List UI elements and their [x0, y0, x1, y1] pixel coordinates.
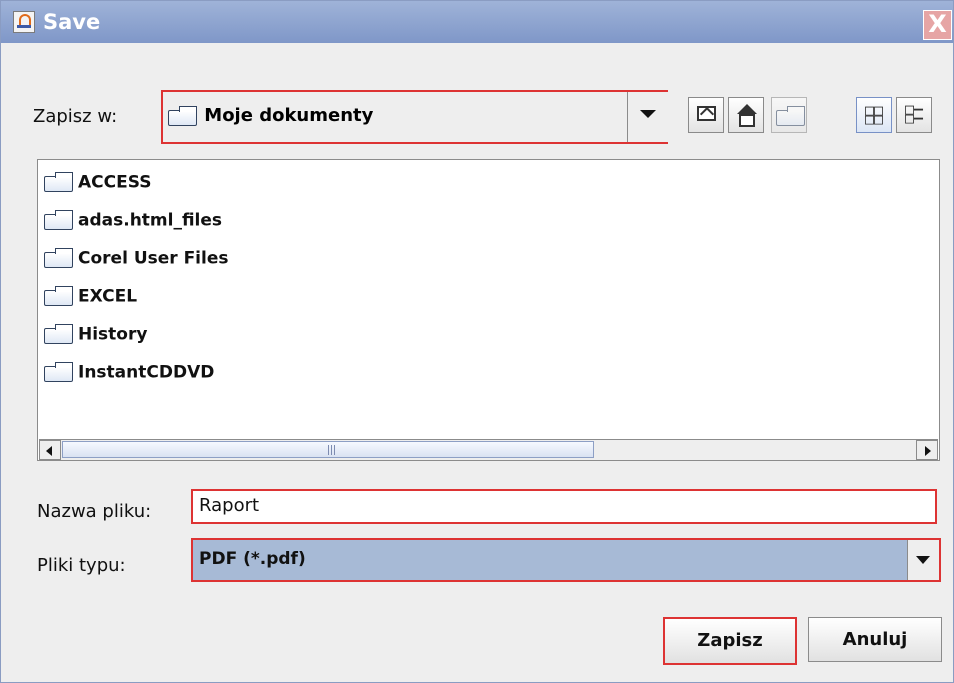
title-bar: Save X: [1, 1, 953, 43]
up-one-level-button[interactable]: [688, 97, 724, 133]
list-view-icon: □□ □□: [865, 101, 884, 128]
details-view-icon: □— □—: [905, 100, 924, 127]
save-in-value: Moje dokumenty: [168, 105, 373, 127]
save-button[interactable]: Zapisz: [663, 617, 797, 665]
new-folder-button[interactable]: [771, 97, 807, 133]
java-icon: [13, 11, 35, 33]
scrollbar-thumb[interactable]: [62, 441, 594, 458]
scroll-right-button[interactable]: [916, 440, 938, 460]
cancel-button[interactable]: Anuluj: [808, 617, 942, 662]
file-list-item[interactable]: EXCEL: [44, 286, 137, 314]
horizontal-scrollbar[interactable]: [39, 439, 938, 460]
dialog-title: Save: [43, 10, 101, 34]
home-button[interactable]: [728, 97, 764, 133]
file-list-item[interactable]: Corel User Files: [44, 248, 229, 276]
selected-folder-label: Moje dokumenty: [204, 105, 374, 126]
scroll-left-button[interactable]: [39, 440, 61, 460]
file-type-dropdown-button[interactable]: [907, 540, 939, 580]
file-name-input[interactable]: Raport: [191, 489, 937, 524]
file-type-label: Pliki typu:: [37, 555, 126, 576]
folder-icon: [44, 286, 74, 307]
grip-icon: [328, 445, 329, 455]
file-name-label: Nazwa pliku:: [37, 501, 152, 522]
file-list-item[interactable]: adas.html_files: [44, 210, 222, 238]
dropdown-arrow-button[interactable]: [627, 92, 668, 142]
folder-icon: [44, 362, 74, 383]
folder-icon: [44, 172, 74, 193]
details-view-button[interactable]: □— □—: [896, 97, 932, 133]
close-button[interactable]: X: [923, 10, 952, 40]
folder-icon: [44, 248, 74, 269]
home-icon: [737, 104, 757, 114]
file-type-select[interactable]: PDF (*.pdf): [191, 538, 941, 582]
folder-icon: [44, 324, 74, 345]
file-list-item[interactable]: ACCESS: [44, 172, 151, 200]
file-list-item[interactable]: InstantCDDVD: [44, 362, 214, 390]
save-in-label: Zapisz w:: [33, 106, 118, 127]
file-list-panel[interactable]: ACCESS adas.html_files Corel User Files …: [37, 159, 940, 461]
new-folder-icon: [776, 106, 806, 127]
chevron-down-icon: [916, 556, 930, 564]
file-list-item[interactable]: History: [44, 324, 147, 352]
save-dialog: Save X Zapisz w: Moje dokumenty □□ □□ □— □…: [0, 0, 954, 683]
chevron-right-icon: [925, 446, 931, 456]
save-in-combo[interactable]: Moje dokumenty: [161, 90, 668, 144]
list-view-button[interactable]: □□ □□: [856, 97, 892, 133]
folder-icon: [168, 105, 198, 127]
chevron-left-icon: [46, 446, 52, 456]
chevron-down-icon: [640, 110, 656, 118]
folder-icon: [44, 210, 74, 231]
file-type-value: PDF (*.pdf): [199, 549, 306, 569]
